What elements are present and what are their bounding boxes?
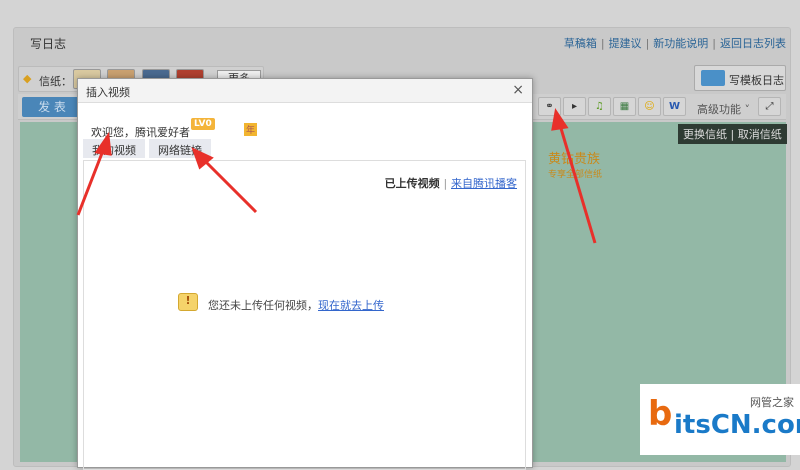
watermark-logo: b — [648, 394, 673, 434]
arrow — [76, 147, 106, 216]
arrow — [202, 158, 258, 214]
arrowhead — [551, 108, 569, 131]
watermark-cn: 网管之家 — [750, 396, 794, 409]
arrow — [558, 124, 597, 244]
watermark-brand: itsCN.com — [674, 410, 800, 440]
arrowhead — [94, 131, 112, 156]
watermark: b itsCN.com 网管之家 — [640, 384, 800, 455]
